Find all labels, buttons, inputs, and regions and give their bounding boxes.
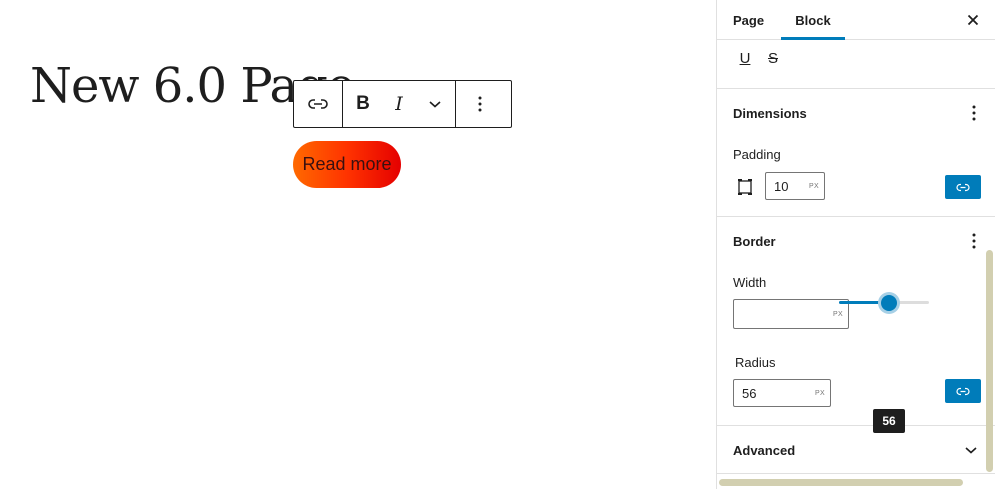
- format-panel: U S: [717, 40, 995, 89]
- dimensions-title: Dimensions: [733, 106, 807, 121]
- border-panel: Border Width PX Radius 56 PX: [717, 217, 995, 426]
- toolbar-link-group: [294, 81, 343, 127]
- block-options-button[interactable]: [458, 81, 502, 127]
- slider-value-tooltip: 56: [873, 409, 905, 433]
- padding-input[interactable]: 10 PX: [765, 172, 825, 200]
- border-title: Border: [733, 234, 776, 249]
- vertical-scrollbar[interactable]: [986, 250, 993, 472]
- dimensions-panel: Dimensions Padding 10 PX: [717, 89, 995, 217]
- advanced-toggle[interactable]: [959, 438, 983, 462]
- padding-link-sides-button[interactable]: [945, 175, 981, 199]
- padding-label: Padding: [733, 147, 781, 162]
- advanced-panel[interactable]: Advanced: [717, 426, 995, 474]
- block-toolbar: B I: [293, 80, 512, 128]
- format-row: U S: [735, 46, 783, 70]
- link-icon: [308, 99, 328, 109]
- border-radius-label: Radius: [735, 355, 776, 370]
- border-width-label: Width: [733, 275, 767, 290]
- border-radius-unit[interactable]: PX: [815, 390, 830, 397]
- link-button[interactable]: [296, 81, 340, 127]
- strikethrough-button[interactable]: S: [763, 46, 783, 70]
- padding-sides-icon: [735, 177, 755, 197]
- sidebar-header: Page Block: [717, 0, 995, 40]
- bold-button[interactable]: B: [345, 81, 381, 127]
- settings-sidebar: Page Block U S Dimensions Padding 10 PX …: [716, 0, 995, 489]
- tab-block[interactable]: Block: [781, 0, 845, 40]
- padding-value: 10: [774, 178, 789, 194]
- tab-page[interactable]: Page: [733, 0, 764, 40]
- more-formats-button[interactable]: [417, 81, 453, 127]
- read-more-button[interactable]: Read more: [293, 141, 401, 188]
- dimensions-options-button[interactable]: [965, 101, 983, 125]
- advanced-title[interactable]: Advanced: [733, 443, 795, 458]
- border-radius-value: 56: [742, 385, 757, 401]
- italic-label: I: [395, 93, 403, 115]
- toolbar-options-group: [456, 81, 504, 127]
- underline-button[interactable]: U: [735, 46, 755, 70]
- bold-label: B: [356, 93, 370, 114]
- close-icon: [967, 14, 979, 26]
- vertical-ellipsis-icon: [972, 233, 976, 249]
- border-width-input[interactable]: PX: [733, 299, 849, 329]
- chevron-down-icon: [429, 101, 441, 108]
- chevron-down-icon: [965, 447, 977, 454]
- italic-button[interactable]: I: [381, 81, 417, 127]
- border-options-button[interactable]: [965, 229, 983, 253]
- border-radius-slider[interactable]: [839, 292, 929, 312]
- slider-thumb[interactable]: [880, 295, 897, 311]
- horizontal-scrollbar[interactable]: [719, 479, 963, 486]
- link-icon: [956, 387, 970, 395]
- toolbar-format-group: B I: [343, 81, 456, 127]
- editor-canvas: New 6.0 Page B I Read more: [0, 0, 716, 489]
- vertical-ellipsis-icon: [478, 96, 482, 112]
- link-icon: [956, 183, 970, 191]
- close-button[interactable]: [961, 8, 985, 32]
- radius-link-corners-button[interactable]: [945, 379, 981, 403]
- padding-unit[interactable]: PX: [809, 183, 824, 190]
- border-radius-input[interactable]: 56 PX: [733, 379, 831, 407]
- vertical-ellipsis-icon: [972, 105, 976, 121]
